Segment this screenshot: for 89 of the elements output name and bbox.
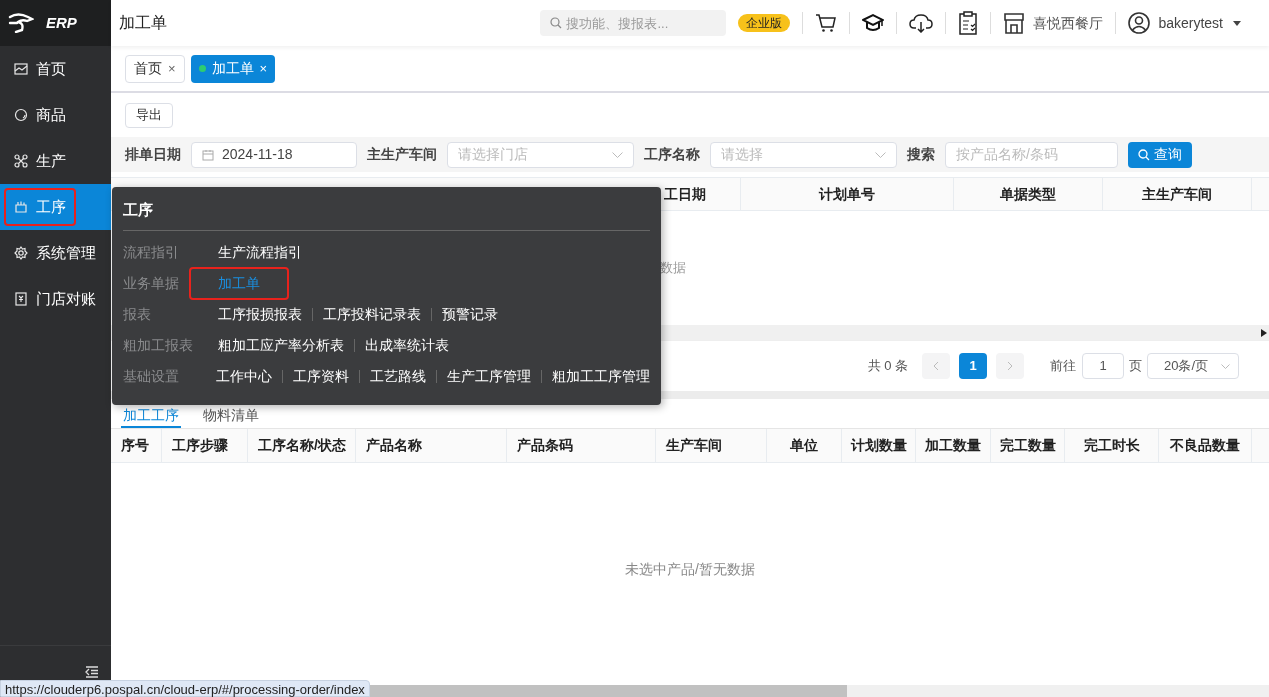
- menu-title: 工序: [123, 200, 154, 220]
- menu-link[interactable]: 生产流程指引: [218, 242, 302, 263]
- column-header: 工序步骤: [162, 429, 248, 462]
- menu-link[interactable]: 出成率统计表: [365, 335, 449, 356]
- chevron-right-icon: [1007, 361, 1013, 371]
- menu-link[interactable]: 工作中心: [216, 366, 273, 387]
- date-field[interactable]: 2024-11-18: [191, 141, 357, 168]
- detail-tab[interactable]: 物料清单: [201, 406, 261, 428]
- column-header: 工序名称/状态: [248, 429, 356, 462]
- menu-link[interactable]: 生产工序管理: [447, 366, 532, 387]
- sidebar-item[interactable]: 商品: [0, 92, 111, 138]
- receipt-icon: [14, 292, 28, 306]
- edition-badge: 企业版: [738, 14, 791, 32]
- menu-link[interactable]: 工序报损报表: [218, 304, 302, 325]
- chart-icon: [14, 62, 28, 76]
- menu-link[interactable]: 预警记录: [442, 304, 498, 325]
- page-button[interactable]: 1: [959, 353, 987, 379]
- sidebar-item[interactable]: 生产: [0, 138, 111, 184]
- user-avatar-icon[interactable]: [1128, 12, 1151, 34]
- collapse-icon[interactable]: [85, 665, 99, 678]
- filter-label: 主生产车间: [367, 145, 437, 164]
- column-header: 加工数量: [916, 429, 991, 462]
- menu-link[interactable]: 工序资料: [293, 366, 350, 387]
- link-url-tooltip: https://clouderp6.pospal.cn/cloud-erp/#/processing-order/index: [0, 680, 370, 697]
- menu-link[interactable]: 工序投料记录表: [323, 304, 421, 325]
- settings-icon: [14, 246, 28, 260]
- scroll-right-icon[interactable]: [1261, 328, 1267, 337]
- search-icon: [550, 17, 563, 29]
- page-tab[interactable]: 加工单 ×: [190, 54, 276, 83]
- close-icon[interactable]: ×: [259, 58, 268, 79]
- sidebar-item[interactable]: 系统管理: [0, 230, 111, 276]
- page-number-field[interactable]: 1: [1082, 353, 1124, 379]
- calendar-icon: [202, 148, 214, 161]
- caret-icon[interactable]: [1233, 20, 1241, 26]
- menu-group-label: 业务单据: [123, 274, 180, 293]
- page-title: 加工单: [119, 13, 167, 33]
- box-icon: [14, 200, 28, 214]
- cloud-download-icon[interactable]: [909, 13, 934, 33]
- empty-message: 未选中产品/暂无数据: [625, 560, 755, 579]
- column-header: 计划数量: [842, 429, 916, 462]
- logo-text: ERP: [46, 12, 77, 33]
- username[interactable]: bakerytest: [1158, 12, 1223, 34]
- chevron-down-icon: [1221, 363, 1230, 369]
- column-header: 完工时长: [1065, 429, 1159, 462]
- menu-link[interactable]: 粗加工工序管理: [552, 366, 650, 387]
- store-icon[interactable]: [1003, 12, 1026, 34]
- search-icon: [1138, 148, 1150, 161]
- graduation-cap-icon[interactable]: [862, 13, 885, 33]
- cart-icon[interactable]: [815, 13, 838, 33]
- circle-icon: [14, 108, 28, 122]
- page-unit-label: 页: [1129, 357, 1142, 376]
- menu-group-label: 基础设置: [123, 367, 180, 386]
- clipboard-icon[interactable]: [958, 11, 979, 35]
- menu-link[interactable]: 工艺路线: [370, 366, 427, 387]
- column-header: 完工数量: [991, 429, 1065, 462]
- nodes-icon: [14, 154, 28, 168]
- menu-group-label: 流程指引: [123, 243, 180, 262]
- sidebar-item[interactable]: 首页: [0, 46, 111, 92]
- menu-group-label: 粗加工报表: [123, 336, 194, 355]
- close-icon[interactable]: ×: [168, 58, 176, 79]
- column-header: 产品条码: [507, 429, 656, 462]
- query-button[interactable]: 查询: [1128, 141, 1192, 168]
- menu-link[interactable]: 粗加工应产率分析表: [218, 335, 344, 356]
- logo-icon: [8, 13, 34, 33]
- menu-group-label: 报表: [123, 305, 152, 324]
- filter-label: 排单日期: [125, 145, 181, 164]
- goto-label: 前往: [1050, 357, 1076, 376]
- column-header: 不良品数量: [1159, 429, 1252, 462]
- column-header: 主生产车间: [1103, 178, 1252, 210]
- total-count: 共 0 条: [867, 357, 908, 376]
- chevron-down-icon: [612, 151, 623, 158]
- sidebar-item[interactable]: 门店对账: [0, 276, 111, 322]
- filter-label: 搜索: [907, 145, 935, 164]
- filter-label: 工序名称: [644, 145, 700, 164]
- export-button[interactable]: 导出: [125, 102, 173, 128]
- page-size-select[interactable]: 20条/页: [1147, 353, 1239, 379]
- column-header: 计划单号: [741, 178, 954, 210]
- column-header: 序号: [111, 429, 162, 462]
- column-header: 产品名称: [356, 429, 507, 462]
- chevron-down-icon: [875, 151, 886, 158]
- page-tab[interactable]: 首页 ×: [125, 54, 185, 83]
- store-name[interactable]: 喜悦西餐厅: [1033, 12, 1104, 34]
- sidebar-item[interactable]: 工序: [0, 184, 111, 230]
- chevron-left-icon: [933, 361, 939, 371]
- column-header: 单据类型: [954, 178, 1103, 210]
- search-field[interactable]: 搜功能、搜报表...: [540, 10, 727, 36]
- column-header: 单位: [767, 429, 842, 462]
- empty-message: 数据: [660, 259, 686, 278]
- column-header: 生产车间: [656, 429, 767, 462]
